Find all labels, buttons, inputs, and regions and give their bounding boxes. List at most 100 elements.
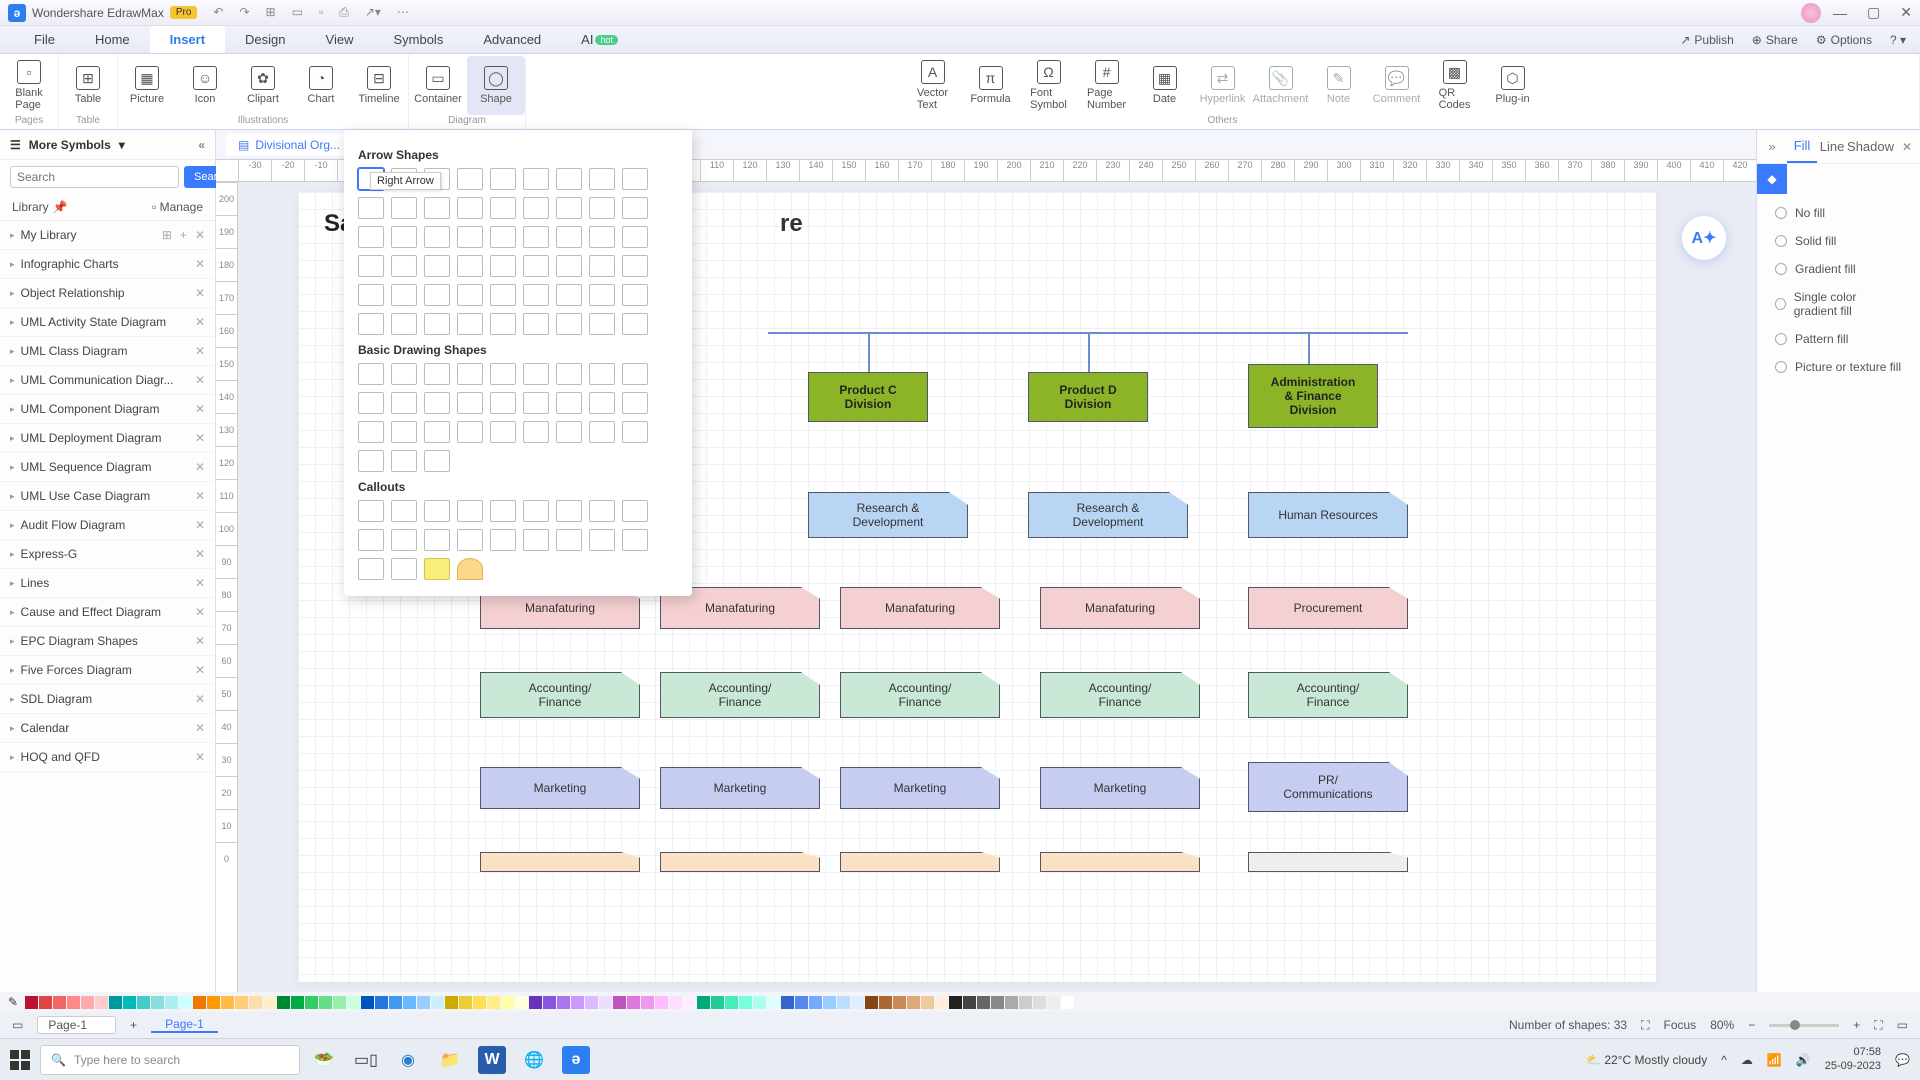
color-swatch[interactable] <box>711 996 724 1009</box>
publish-button[interactable]: ↗ Publish <box>1680 33 1733 47</box>
fill-option[interactable]: Pattern fill <box>1775 332 1902 346</box>
volume-icon[interactable]: 🔊 <box>1796 1053 1811 1067</box>
shape-thumbnail[interactable] <box>358 363 384 385</box>
shape-thumbnail[interactable] <box>622 421 648 443</box>
shape-thumbnail[interactable] <box>358 558 384 580</box>
library-item[interactable]: ▸Express-G✕ <box>0 540 215 569</box>
shape-thumbnail[interactable] <box>457 392 483 414</box>
dept-box[interactable]: Marketing <box>480 767 640 809</box>
shape-thumbnail[interactable] <box>391 313 417 335</box>
presentation-icon[interactable]: ▭ <box>1897 1018 1908 1032</box>
shape-thumbnail[interactable] <box>589 284 615 306</box>
color-swatch[interactable] <box>347 996 360 1009</box>
new-icon[interactable]: ⊞ <box>266 5 276 20</box>
maximize-icon[interactable]: ▢ <box>1867 4 1880 21</box>
menu-file[interactable]: File <box>14 26 75 53</box>
shape-thumbnail[interactable] <box>589 392 615 414</box>
color-swatch[interactable] <box>165 996 178 1009</box>
color-swatch[interactable] <box>221 996 234 1009</box>
shape-thumbnail[interactable] <box>622 197 648 219</box>
timeline-button[interactable]: ⊟Timeline <box>350 56 408 115</box>
close-panel-icon[interactable]: ✕ <box>1894 140 1920 154</box>
shape-thumbnail[interactable] <box>457 529 483 551</box>
shape-thumbnail[interactable] <box>457 421 483 443</box>
options-button[interactable]: ⚙ Options <box>1816 33 1872 47</box>
shape-thumbnail[interactable] <box>358 255 384 277</box>
color-swatch[interactable] <box>431 996 444 1009</box>
color-swatch[interactable] <box>39 996 52 1009</box>
dept-box[interactable]: Marketing <box>1040 767 1200 809</box>
shape-thumbnail[interactable] <box>457 313 483 335</box>
menu-ai[interactable]: AIhot <box>561 26 638 53</box>
library-item[interactable]: ▸UML Component Diagram✕ <box>0 395 215 424</box>
shape-thumbnail[interactable] <box>457 363 483 385</box>
undo-icon[interactable]: ↶ <box>213 5 223 20</box>
shape-thumbnail[interactable] <box>358 421 384 443</box>
shape-thumbnail[interactable] <box>391 450 417 472</box>
shape-thumbnail[interactable] <box>589 226 615 248</box>
color-swatch[interactable] <box>1019 996 1032 1009</box>
manage-button[interactable]: ▫ Manage <box>152 200 203 214</box>
color-swatch[interactable] <box>25 996 38 1009</box>
shape-thumbnail[interactable] <box>556 392 582 414</box>
color-swatch[interactable] <box>487 996 500 1009</box>
color-swatch[interactable] <box>823 996 836 1009</box>
shape-thumbnail[interactable] <box>556 226 582 248</box>
shape-thumbnail[interactable] <box>622 392 648 414</box>
shape-thumbnail[interactable] <box>457 500 483 522</box>
library-item[interactable]: ▸HOQ and QFD✕ <box>0 743 215 772</box>
shape-thumbnail[interactable] <box>424 255 450 277</box>
shape-thumbnail[interactable] <box>391 363 417 385</box>
color-swatch[interactable] <box>389 996 402 1009</box>
shape-thumbnail[interactable] <box>523 363 549 385</box>
chart-button[interactable]: ◔Chart <box>292 56 350 115</box>
shape-thumbnail[interactable] <box>490 255 516 277</box>
color-swatch[interactable] <box>67 996 80 1009</box>
shape-thumbnail[interactable] <box>391 197 417 219</box>
color-swatch[interactable] <box>529 996 542 1009</box>
color-swatch[interactable] <box>893 996 906 1009</box>
shape-thumbnail[interactable] <box>523 226 549 248</box>
save-icon[interactable]: ▫ <box>319 5 323 20</box>
close-icon[interactable]: ✕ <box>1900 4 1912 21</box>
library-item[interactable]: ▸EPC Diagram Shapes✕ <box>0 627 215 656</box>
shape-thumbnail[interactable] <box>424 500 450 522</box>
shape-thumbnail[interactable] <box>523 255 549 277</box>
color-swatch[interactable] <box>1033 996 1046 1009</box>
dept-box[interactable]: Human Resources <box>1248 492 1408 538</box>
shape-thumbnail[interactable] <box>424 313 450 335</box>
color-swatch[interactable] <box>179 996 192 1009</box>
shape-button[interactable]: ◯Shape <box>467 56 525 115</box>
color-swatch[interactable] <box>599 996 612 1009</box>
color-swatch[interactable] <box>417 996 430 1009</box>
shape-thumbnail[interactable] <box>622 255 648 277</box>
task-view-icon[interactable]: ▭▯ <box>352 1046 380 1074</box>
shape-thumbnail[interactable] <box>622 284 648 306</box>
color-swatch[interactable] <box>333 996 346 1009</box>
open-icon[interactable]: ▭ <box>292 5 303 20</box>
minimize-icon[interactable]: — <box>1833 5 1847 21</box>
shape-thumbnail[interactable] <box>556 500 582 522</box>
dept-box[interactable] <box>480 852 640 872</box>
color-swatch[interactable] <box>207 996 220 1009</box>
page-number-button[interactable]: #Page Number <box>1078 56 1136 115</box>
color-swatch[interactable] <box>291 996 304 1009</box>
color-swatch[interactable] <box>767 996 780 1009</box>
table-button[interactable]: ⊞Table <box>59 56 117 115</box>
color-swatch[interactable] <box>907 996 920 1009</box>
picture-button[interactable]: ▦Picture <box>118 56 176 115</box>
color-swatch[interactable] <box>277 996 290 1009</box>
dept-box[interactable]: Accounting/ Finance <box>480 672 640 718</box>
my-library-item[interactable]: ▸My Library⊞+✕ <box>0 221 215 250</box>
shape-thumbnail[interactable] <box>523 500 549 522</box>
shape-thumbnail[interactable] <box>457 197 483 219</box>
color-swatch[interactable] <box>809 996 822 1009</box>
shape-thumbnail[interactable] <box>457 558 483 580</box>
share-button[interactable]: ⊕ Share <box>1752 33 1798 47</box>
qr-button[interactable]: ▩QR Codes <box>1426 56 1484 115</box>
color-swatch[interactable] <box>501 996 514 1009</box>
dept-box[interactable]: Accounting/ Finance <box>1248 672 1408 718</box>
color-swatch[interactable] <box>123 996 136 1009</box>
shape-thumbnail[interactable] <box>556 421 582 443</box>
page-selector[interactable]: Page-1 <box>37 1016 116 1034</box>
